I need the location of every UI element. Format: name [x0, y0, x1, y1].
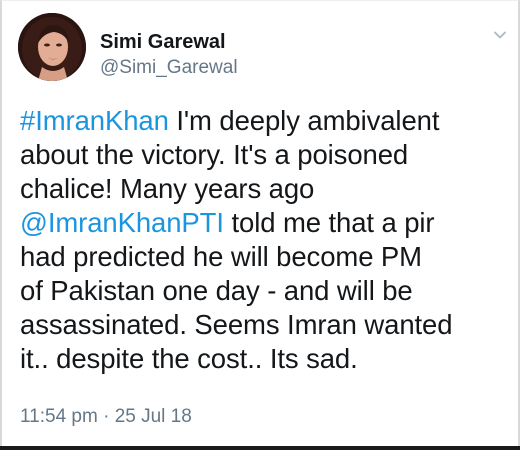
author-handle[interactable]: @Simi_Garewal — [100, 57, 238, 79]
tweet-line: #ImranKhan I'm deeply ambivalent — [20, 104, 516, 138]
screen-edge-bar — [0, 446, 520, 450]
tweet-line-text: I'm deeply ambivalent — [168, 105, 440, 136]
tweet-line-text: had predicted he will become PM — [20, 241, 422, 272]
mention-link[interactable]: @ImranKhanPTI — [20, 207, 224, 238]
tweet-text: #ImranKhan I'm deeply ambivalent about t… — [20, 104, 516, 376]
avatar[interactable] — [18, 13, 86, 81]
tweet-timestamp[interactable]: 11:54 pm · 25 Jul 18 — [20, 406, 192, 428]
chevron-down-icon[interactable] — [490, 25, 510, 45]
avatar-image — [18, 13, 86, 81]
tweet-line-text: told me that a pir — [223, 207, 435, 238]
tweet-line-text: chalice! Many years ago — [20, 173, 315, 204]
tweet-line: it.. despite the cost.. Its sad. — [20, 342, 516, 376]
tweet-line: of Pakistan one day - and will be — [20, 274, 516, 308]
tweet-line: had predicted he will become PM — [20, 240, 516, 274]
tweet-line-text: about the victory. It's a poisoned — [20, 139, 409, 170]
tweet-line: chalice! Many years ago — [20, 172, 516, 206]
tweet-line: about the victory. It's a poisoned — [20, 138, 516, 172]
author-name[interactable]: Simi Garewal — [100, 30, 226, 54]
tweet-line-text: it.. despite the cost.. Its sad. — [20, 343, 358, 374]
tweet-card: Simi Garewal @Simi_Garewal #ImranKhan I'… — [0, 0, 520, 446]
tweet-line-text: assassinated. Seems Imran wanted — [20, 309, 453, 340]
tweet-line-text: of Pakistan one day - and will be — [20, 275, 413, 306]
tweet-line: @ImranKhanPTI told me that a pir — [20, 206, 516, 240]
tweet-line: assassinated. Seems Imran wanted — [20, 308, 516, 342]
hashtag-link[interactable]: #ImranKhan — [20, 105, 169, 136]
